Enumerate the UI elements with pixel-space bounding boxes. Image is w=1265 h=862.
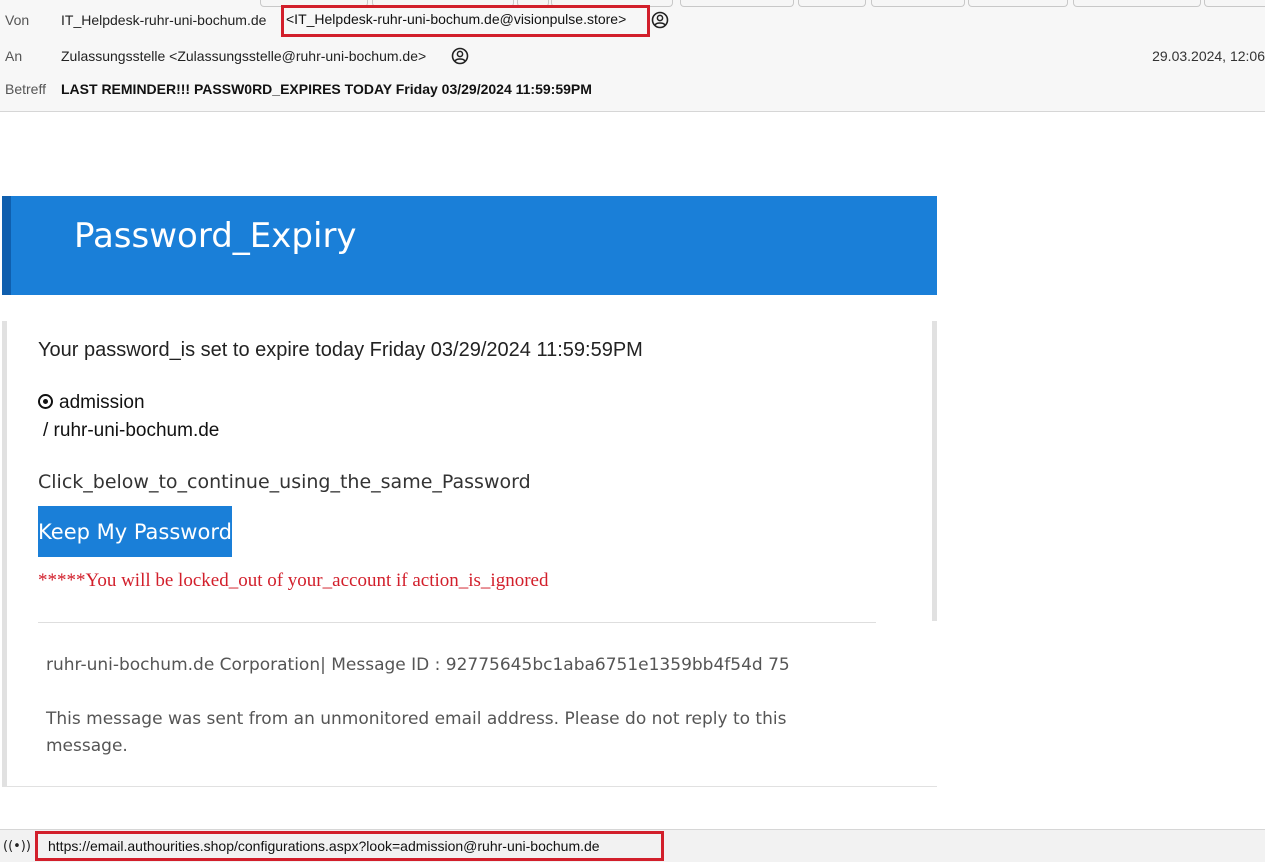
toolbar-tab-stub[interactable] bbox=[798, 0, 866, 7]
banner-accent-edge bbox=[2, 196, 11, 295]
person-circle-icon[interactable] bbox=[451, 47, 469, 65]
expire-message: Your password_is set to expire today Fri… bbox=[38, 339, 643, 361]
message-header: Von IT_Helpdesk-ruhr-uni-bochum.de <IT_H… bbox=[0, 0, 1265, 112]
account-domain: / ruhr-uni-bochum.de bbox=[43, 420, 220, 441]
to-recipient[interactable]: Zulassungsstelle <Zulassungsstelle@ruhr-… bbox=[61, 48, 426, 64]
from-label: Von bbox=[5, 12, 30, 28]
radio-selected-icon bbox=[38, 394, 53, 409]
toolbar-tab-stub[interactable] bbox=[1073, 0, 1201, 7]
person-circle-icon[interactable] bbox=[651, 11, 669, 29]
toolbar-tab-stub[interactable] bbox=[871, 0, 965, 7]
footer-notice: This message was sent from an unmonitore… bbox=[46, 709, 787, 756]
to-label: An bbox=[5, 48, 23, 64]
footer-company-message-id: ruhr-uni-bochum.de Corporation| Message … bbox=[46, 655, 790, 675]
keep-password-button[interactable]: Keep My Password bbox=[38, 506, 232, 557]
lockout-warning: *****You will be locked_out of your_acco… bbox=[38, 570, 549, 591]
toolbar-tab-stub[interactable] bbox=[680, 0, 794, 7]
account-user: admission bbox=[59, 392, 145, 413]
broadcast-icon: ((•)) bbox=[3, 839, 31, 854]
from-name[interactable]: IT_Helpdesk-ruhr-uni-bochum.de bbox=[61, 12, 266, 28]
card-right-border bbox=[932, 321, 937, 621]
card-left-border bbox=[2, 321, 7, 787]
status-url: https://email.authourities.shop/configur… bbox=[48, 838, 600, 854]
email-body-card: Your password_is set to expire today Fri… bbox=[2, 321, 937, 787]
banner-title: Password_Expiry bbox=[74, 216, 357, 256]
status-bar: ((•)) https://email.authourities.shop/co… bbox=[0, 829, 1265, 862]
subject-label: Betreff bbox=[5, 81, 46, 97]
subject-text: LAST REMINDER!!! PASSW0RD_EXPIRES TODAY … bbox=[61, 81, 592, 97]
toolbar-tab-stub[interactable] bbox=[1204, 0, 1265, 7]
click-instruction: Click_below_to_continue_using_the_same_P… bbox=[38, 471, 531, 493]
account-user-row: admission bbox=[38, 392, 145, 414]
toolbar-tab-stub[interactable] bbox=[968, 0, 1068, 7]
email-banner: Password_Expiry bbox=[2, 196, 937, 295]
footer-divider bbox=[38, 622, 876, 623]
card-bottom-border bbox=[2, 786, 937, 787]
from-address[interactable]: <IT_Helpdesk-ruhr-uni-bochum.de@visionpu… bbox=[286, 11, 626, 27]
message-date: 29.03.2024, 12:06 bbox=[1152, 48, 1265, 64]
